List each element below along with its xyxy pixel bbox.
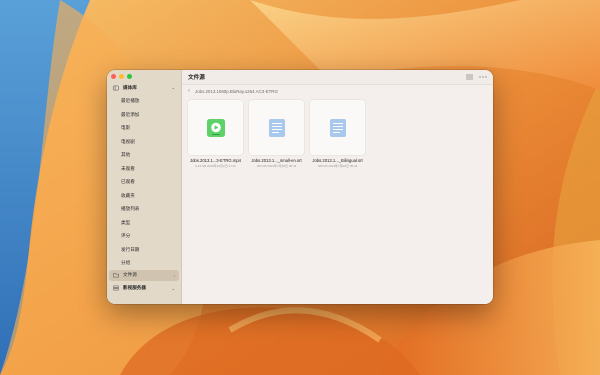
sidebar-item-label: 发行日期 <box>121 246 140 252</box>
sidebar-item-label: 影视服务器 <box>123 285 146 290</box>
sidebar-item-label: 其他 <box>121 152 131 157</box>
sidebar: 媒体库 ⌄ 最近播放 最近添加 电影 电视剧 其他 未观看 已观看 收藏夹 播放… <box>107 70 182 304</box>
sidebar-library-label: 媒体库 <box>123 84 137 90</box>
zoom-button[interactable] <box>127 74 132 79</box>
sidebar-item-groups[interactable]: 分组 <box>109 258 179 269</box>
sidebar-item-unwatched[interactable]: 未观看 <box>109 163 179 174</box>
sidebar-item-label: 文件源 <box>123 272 137 277</box>
file-thumbnail <box>310 100 365 155</box>
sidebar-item-label: 分组 <box>121 260 131 265</box>
chevron-right-icon: › <box>173 272 175 278</box>
toolbar-icons <box>466 74 487 80</box>
close-button[interactable] <box>111 74 116 79</box>
file-name: Jobs.2013.1..._small-en.srt <box>251 158 302 163</box>
file-name: Jobs.2013.1..._Bilingual.srt <box>312 158 363 163</box>
file-name: Jobs.2013.1...3-ETRG.mp4 <box>190 158 241 163</box>
sidebar-item-label: 未观看 <box>121 165 135 171</box>
back-chevron-icon[interactable]: ‹ <box>188 88 190 94</box>
list-view-icon[interactable] <box>466 74 473 80</box>
traffic-lights <box>111 74 132 79</box>
file-thumbnail <box>249 100 304 155</box>
sidebar-item-label: 最近添加 <box>121 111 140 117</box>
chevron-down-icon: ⌄ <box>171 285 175 291</box>
sidebar-item-other[interactable]: 其他 <box>109 150 179 161</box>
file-meta: 3.24 GB 2023年10月2日 17:11 <box>195 164 236 168</box>
subtitle-file-icon <box>329 118 346 137</box>
content-area: 文件源 ‹ Jobs.2013.1080p.BluRay.x264.AC3-ET… <box>182 70 493 304</box>
finder-window: 媒体库 ⌄ 最近播放 最近添加 电影 电视剧 其他 未观看 已观看 收藏夹 播放… <box>107 70 493 304</box>
more-icon[interactable] <box>479 74 487 80</box>
video-file-icon <box>206 118 225 137</box>
file-meta: 182 KB 2023年7月28日 05:43 <box>256 164 297 168</box>
file-meta: 186 KB 2023年7月28日 05:43 <box>317 164 358 168</box>
sidebar-item-movies[interactable]: 电影 <box>109 123 179 134</box>
chevron-down-icon: ⌄ <box>171 85 175 90</box>
subtitle-file-icon <box>268 118 285 137</box>
sidebar-item-favorites[interactable]: 收藏夹 <box>109 190 179 201</box>
sidebar-item-label: 收藏夹 <box>121 192 135 198</box>
sidebar-item-label: 评分 <box>121 233 131 238</box>
sidebar-item-label: 播放列表 <box>121 206 140 211</box>
sidebar-item-media-server[interactable]: 影视服务器 ⌄ <box>109 283 179 294</box>
folder-icon <box>113 273 119 278</box>
window-title: 文件源 <box>188 75 205 81</box>
file-item[interactable]: Jobs.2013.1...3-ETRG.mp4 3.24 GB 2023年10… <box>188 100 243 168</box>
breadcrumb-path: Jobs.2013.1080p.BluRay.x264.AC3-ETRG <box>195 88 278 94</box>
sidebar-item-label: 最近播放 <box>121 98 140 103</box>
file-item[interactable]: Jobs.2013.1..._Bilingual.srt 186 KB 2023… <box>310 100 365 168</box>
sidebar-item-release-date[interactable]: 发行日期 <box>109 244 179 255</box>
breadcrumb: ‹ Jobs.2013.1080p.BluRay.x264.AC3-ETRG <box>188 88 278 94</box>
titlebar: 文件源 <box>182 70 493 85</box>
sidebar-item-watched[interactable]: 已观看 <box>109 177 179 188</box>
sidebar-item-recent-added[interactable]: 最近添加 <box>109 109 179 120</box>
file-thumbnail <box>188 100 243 155</box>
library-icon <box>113 85 119 90</box>
server-icon <box>113 285 119 291</box>
file-item[interactable]: Jobs.2013.1..._small-en.srt 182 KB 2023年… <box>249 100 304 168</box>
sidebar-item-label: 已观看 <box>121 179 135 184</box>
sidebar-item-label: 电影 <box>121 125 131 130</box>
sidebar-item-label: 类型 <box>121 219 131 225</box>
sidebar-item-sources[interactable]: 文件源 › <box>109 269 179 281</box>
sidebar-item-genres[interactable]: 类型 <box>109 217 179 228</box>
sidebar-item-label: 电视剧 <box>121 138 135 144</box>
file-grid: Jobs.2013.1...3-ETRG.mp4 3.24 GB 2023年10… <box>188 100 365 168</box>
sidebar-item-playlists[interactable]: 播放列表 <box>109 204 179 215</box>
sidebar-item-ratings[interactable]: 评分 <box>109 231 179 242</box>
sidebar-item-recent-played[interactable]: 最近播放 <box>109 96 179 107</box>
minimize-button[interactable] <box>119 74 124 79</box>
sidebar-item-tv-shows[interactable]: 电视剧 <box>109 136 179 147</box>
sidebar-library-header[interactable]: 媒体库 ⌄ <box>109 82 179 93</box>
